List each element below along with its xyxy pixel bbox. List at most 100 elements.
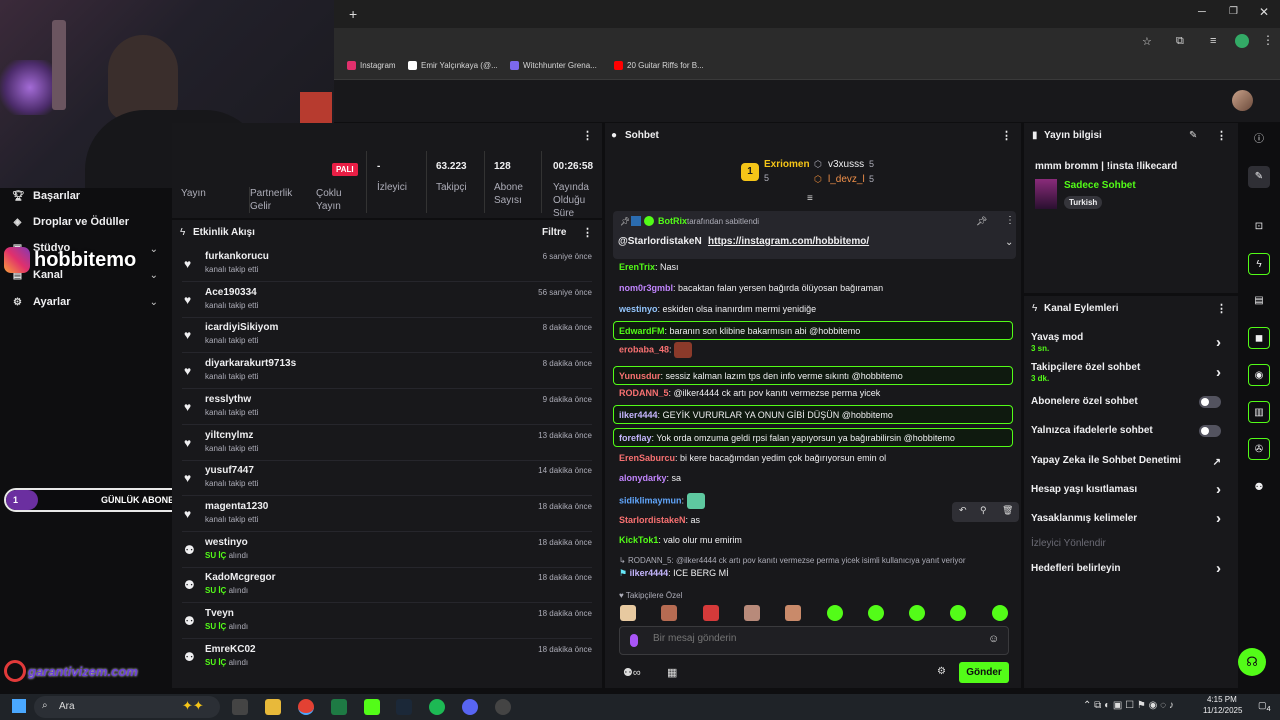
support-headset-icon[interactable]: ☊ (1238, 648, 1266, 676)
channel-actions-menu-icon[interactable]: ⋮ (1216, 302, 1227, 315)
chat-message[interactable]: Yunusdur: sessiz kalman lazım tps den in… (613, 366, 1013, 385)
emote-button[interactable] (620, 605, 636, 621)
chat-settings-icon[interactable]: ⚙ (937, 666, 946, 677)
chat-input-box[interactable]: ☺ (619, 626, 1009, 655)
chevron-right-icon[interactable]: › (1216, 364, 1221, 381)
chat-username[interactable]: Yunusdur (619, 371, 661, 381)
task-view-icon[interactable] (232, 699, 248, 715)
new-tab-button[interactable]: + (349, 6, 357, 22)
chevron-right-icon[interactable]: › (1216, 510, 1221, 527)
chevron-down-icon[interactable]: ⌄ (150, 270, 158, 281)
spotify-icon[interactable] (429, 699, 445, 715)
activity-username[interactable]: KadoMcgregor (205, 572, 276, 583)
chrome-icon[interactable] (298, 699, 314, 715)
pin-icon[interactable]: ⚲ (980, 505, 987, 516)
stats-menu-icon[interactable]: ⋮ (582, 129, 593, 142)
chat-username[interactable]: EdwardFM (619, 326, 665, 336)
emoji-icon[interactable]: ☺ (988, 633, 999, 645)
clock-time[interactable]: 4:15 PM (1207, 695, 1237, 704)
activity-username[interactable]: resslythw (205, 394, 251, 405)
chat-username[interactable]: sidiklimaymun (619, 495, 682, 505)
channel-action-item[interactable]: Takipçilere özel sohbet 3 dk. › (1031, 362, 1231, 383)
activity-filter-button[interactable]: Filtre (542, 227, 566, 238)
pinned-link[interactable]: https://instagram.com/hobbitemo/ (708, 236, 869, 247)
points-icon[interactable]: ⚉∞ (623, 666, 641, 679)
expand-leaderboard-icon[interactable]: ≡ (807, 193, 813, 204)
chat-username[interactable]: alonydarky (619, 473, 667, 483)
activity-row[interactable]: ⚉ EmreKC02 SU İÇ alındı 18 dakika önce (172, 640, 602, 675)
chevron-right-icon[interactable]: › (1216, 334, 1221, 351)
activity-username[interactable]: icardiyiSikiyom (205, 322, 278, 333)
category-thumbnail[interactable] (1035, 179, 1057, 209)
edit-pencil-icon[interactable]: ✎ (1248, 166, 1270, 188)
activity-username[interactable]: furkankorucu (205, 251, 269, 262)
category-link[interactable]: Sadece Sohbet (1064, 180, 1136, 191)
activity-row[interactable]: ⚉ westinyo SU İÇ alındı 18 dakika önce (172, 533, 602, 568)
crop-icon[interactable]: ⊡ (1248, 216, 1270, 238)
kick-app-icon[interactable] (364, 699, 380, 715)
chevron-down-icon[interactable]: ⌄ (150, 244, 158, 255)
emote-button[interactable] (867, 605, 884, 621)
maximize-button[interactable]: ❐ (1229, 6, 1238, 17)
channel-action-item[interactable]: Hesap yaşı kısıtlaması › (1031, 481, 1231, 498)
activity-row[interactable]: ♥ yusuf7447 kanalı takip etti 14 dakika önc… (172, 461, 602, 497)
channel-action-item[interactable]: Abonelere özel sohbet (1031, 396, 1231, 408)
wrench-icon[interactable]: ✇ (1248, 438, 1270, 460)
profile-avatar[interactable] (1235, 34, 1249, 48)
lightning-icon[interactable]: ϟ (1248, 253, 1270, 275)
stream-tag[interactable]: Turkish (1064, 196, 1103, 209)
sidebar-item-drops[interactable]: ◈ Droplar ve Ödüller (12, 216, 162, 228)
edit-pencil-icon[interactable]: ✎ (1189, 130, 1197, 141)
chat-username[interactable]: ErenSaburcu (619, 453, 675, 463)
star-bookmark-icon[interactable]: ☆ (1142, 35, 1152, 48)
chevron-right-icon[interactable]: › (1216, 560, 1221, 577)
activity-row[interactable]: ♥ furkankorucu kanalı takip etti 6 saniye ö… (172, 247, 602, 282)
bookmark-youtube[interactable]: 20 Guitar Riffs for B... (614, 61, 704, 70)
chat-username[interactable]: erobaba_48 (619, 344, 669, 354)
layout-icon[interactable]: ▥ (1248, 401, 1270, 423)
activity-username[interactable]: westinyo (205, 537, 248, 548)
delete-icon[interactable]: 🗑︎ (1002, 505, 1013, 516)
chat-message[interactable]: nom0r3gmbl: bacaktan falan yersen bağırd… (613, 283, 1013, 293)
activity-username[interactable]: EmreKC02 (205, 644, 256, 655)
tray-icons[interactable]: ⌃ ⧉ ◐ ▣ ☐ ⚑ ◉ ◌ ♪ (1083, 700, 1174, 711)
emote-button[interactable] (909, 605, 926, 621)
pinned-menu-icon[interactable]: ⋮ (1005, 215, 1015, 226)
activity-row[interactable]: ♥ yiltcnylmz kanalı takip etti 13 dakika ön… (172, 426, 602, 461)
channel-action-item[interactable]: Hedefleri belirleyin › (1031, 560, 1231, 577)
chat-username[interactable]: ilker4444 (619, 410, 658, 420)
chat-message[interactable]: westinyo: eskiden olsa inanırdım mermi y… (613, 304, 1013, 314)
discord-icon[interactable] (462, 699, 478, 715)
emote-button[interactable] (743, 605, 760, 621)
unpin-icon[interactable]: 📌︎ (976, 216, 987, 227)
store-icon[interactable]: ▦ (667, 666, 677, 679)
notification-bell-icon[interactable]: ▢4 (1258, 700, 1271, 713)
emote-button[interactable] (991, 605, 1008, 621)
activity-row[interactable]: ⚉ KadoMcgregor SU İÇ alındı 18 dakika önce (172, 568, 602, 604)
activity-row[interactable]: ♥ resslythw kanalı takip etti 9 dakika önce (172, 390, 602, 425)
activity-username[interactable]: Ace190334 (205, 287, 257, 298)
close-window-button[interactable]: ✕ (1259, 5, 1269, 19)
channel-action-item[interactable]: Yavaş mod 3 sn. › (1031, 332, 1231, 353)
chat-username[interactable]: KickTok1 (619, 535, 658, 545)
chevron-right-icon[interactable]: › (1216, 481, 1221, 498)
minimize-button[interactable]: ─ (1198, 6, 1206, 18)
chat-message[interactable]: alonydarky: sa (613, 473, 1013, 483)
chat-message[interactable]: RODANN_5: @ilker4444 ck artı pov kanıtı … (613, 388, 1013, 398)
chat-message[interactable]: ErenTrix: Nası (613, 262, 1013, 272)
emote-button[interactable] (950, 605, 967, 621)
steam-icon[interactable] (396, 699, 412, 715)
chevron-down-icon[interactable]: ⌄ (150, 297, 158, 308)
external-link-icon[interactable]: ↗ (1213, 457, 1221, 468)
browser-menu-icon[interactable]: ⋮ (1262, 33, 1274, 47)
chat-username[interactable]: foreflay (619, 433, 652, 443)
excel-icon[interactable] (331, 699, 347, 715)
activity-menu-icon[interactable]: ⋮ (582, 226, 593, 239)
channel-action-item[interactable]: Yalnızca ifadelerle sohbet (1031, 425, 1231, 437)
pinned-mention[interactable]: @StarlordistakeN (618, 236, 702, 247)
activity-username[interactable]: yiltcnylmz (205, 430, 253, 441)
chat-message-input[interactable] (653, 633, 973, 644)
channel-action-item[interactable]: Yasaklanmış kelimeler › (1031, 510, 1231, 527)
emote-button[interactable] (702, 605, 719, 621)
chat-username[interactable]: ErenTrix (619, 262, 655, 272)
